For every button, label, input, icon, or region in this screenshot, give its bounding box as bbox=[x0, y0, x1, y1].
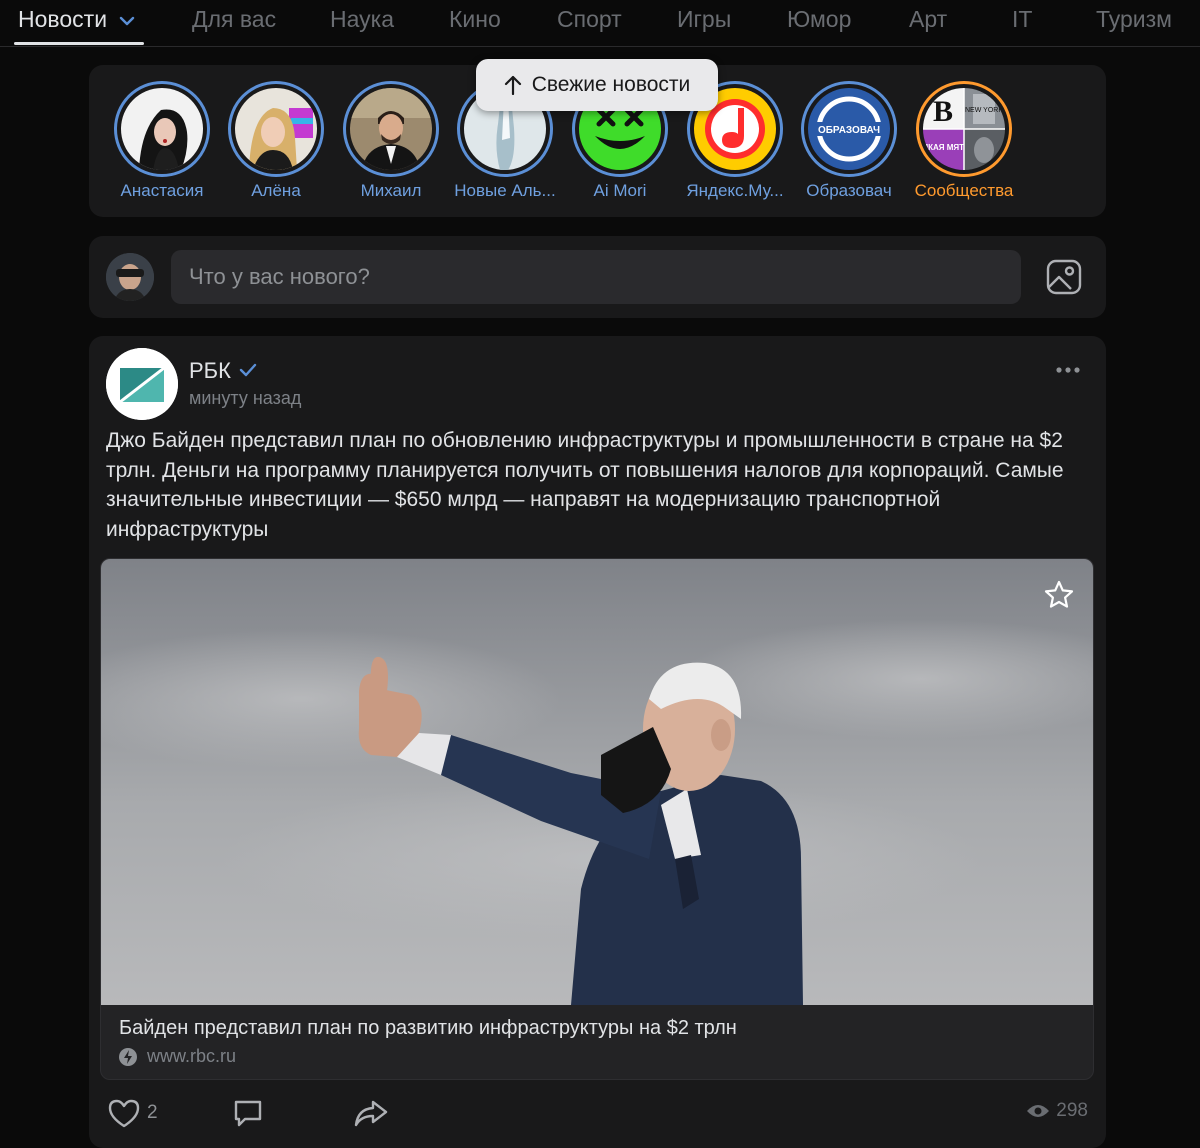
heart-icon bbox=[108, 1099, 140, 1128]
story-name: Яндекс.Му... bbox=[686, 181, 784, 200]
story-name: Алёна bbox=[251, 181, 301, 200]
avatar bbox=[235, 88, 317, 170]
more-options-icon[interactable] bbox=[1055, 366, 1081, 374]
tab-news[interactable]: Новости bbox=[18, 6, 135, 36]
share-button[interactable] bbox=[353, 1098, 389, 1128]
like-count: 2 bbox=[147, 1102, 158, 1123]
story-ring: B NEW YORK ДИКАЯ МЯТА bbox=[916, 81, 1012, 177]
tab-games[interactable]: Игры bbox=[677, 6, 731, 36]
lightning-icon bbox=[119, 1048, 137, 1066]
tab-art[interactable]: Арт bbox=[909, 6, 947, 36]
rbc-logo[interactable] bbox=[106, 348, 178, 420]
post-time: минуту назад bbox=[189, 388, 302, 408]
post-author[interactable]: РБК bbox=[189, 358, 231, 384]
story-item-communities[interactable]: B NEW YORK ДИКАЯ МЯТА Сообщества bbox=[905, 81, 1023, 201]
link-attachment[interactable]: Байден представил план по развитию инфра… bbox=[100, 558, 1094, 1080]
comment-icon bbox=[234, 1100, 262, 1127]
eye-icon bbox=[1027, 1105, 1050, 1117]
story-ring: ОБРАЗОВАЧ bbox=[801, 81, 897, 177]
avatar: ОБРАЗОВАЧ bbox=[808, 88, 890, 170]
top-navigation: Новости Для вас Наука Кино Спорт Игры Юм… bbox=[0, 0, 1200, 47]
tab-science[interactable]: Наука bbox=[330, 6, 394, 36]
tab-for-you[interactable]: Для вас bbox=[192, 6, 276, 36]
user-avatar[interactable] bbox=[106, 253, 154, 301]
fresh-news-button[interactable]: Свежие новости bbox=[476, 59, 718, 111]
story-item[interactable]: Михаил bbox=[332, 81, 450, 201]
post-actions: 2 298 bbox=[89, 1086, 1106, 1142]
favorite-star-icon[interactable] bbox=[1043, 579, 1075, 611]
like-button[interactable]: 2 bbox=[107, 1098, 158, 1128]
tab-humor[interactable]: Юмор bbox=[787, 6, 851, 36]
share-icon bbox=[354, 1100, 388, 1127]
active-tab-indicator bbox=[14, 42, 144, 45]
community-ny-text: NEW YORK bbox=[965, 107, 1003, 114]
story-item[interactable]: ОБРАЗОВАЧ Образовач bbox=[790, 81, 908, 201]
comment-button[interactable] bbox=[232, 1098, 264, 1128]
communities-avatar: B NEW YORK ДИКАЯ МЯТА bbox=[923, 88, 1005, 170]
verified-icon bbox=[239, 363, 257, 377]
tab-cinema[interactable]: Кино bbox=[449, 6, 501, 36]
story-name: Новые Аль... bbox=[454, 181, 556, 200]
post-text: Джо Байден представил план по обновлению… bbox=[106, 429, 1064, 541]
post-photo bbox=[101, 559, 1093, 1005]
community-mint-text: ДИКАЯ МЯТА bbox=[923, 143, 970, 152]
news-post: РБК минуту назад Джо Байден представил п… bbox=[89, 336, 1106, 1148]
avatar bbox=[350, 88, 432, 170]
avatar bbox=[121, 88, 203, 170]
story-name: Анастасия bbox=[120, 181, 204, 200]
tab-sport[interactable]: Спорт bbox=[557, 6, 622, 36]
story-ring bbox=[114, 81, 210, 177]
fresh-news-label: Свежие новости bbox=[531, 73, 691, 96]
view-counter: 298 bbox=[1026, 1100, 1088, 1122]
story-name: Сообщества bbox=[914, 181, 1014, 200]
whats-new-input[interactable] bbox=[171, 250, 1021, 304]
add-photo-icon[interactable] bbox=[1045, 258, 1083, 296]
tab-tourism[interactable]: Туризм bbox=[1096, 6, 1172, 36]
post-composer bbox=[89, 236, 1106, 318]
community-b-text: B bbox=[933, 95, 953, 128]
arrow-up-icon bbox=[504, 75, 521, 95]
obrazovach-logo-text: ОБРАЗОВАЧ bbox=[818, 125, 880, 136]
tab-news-label: Новости bbox=[18, 6, 108, 32]
story-name: Михаил bbox=[360, 181, 422, 200]
story-item[interactable]: Алёна bbox=[217, 81, 335, 201]
story-name: Образовач bbox=[806, 181, 892, 200]
chevron-down-icon bbox=[120, 16, 135, 26]
view-count: 298 bbox=[1056, 1100, 1088, 1121]
tab-it[interactable]: IT bbox=[1012, 6, 1032, 36]
link-title[interactable]: Байден представил план по развитию инфра… bbox=[119, 1017, 737, 1040]
link-domain: www.rbc.ru bbox=[147, 1046, 237, 1066]
story-ring bbox=[343, 81, 439, 177]
story-name: Ai Mori bbox=[593, 181, 647, 200]
story-item[interactable]: Анастасия bbox=[103, 81, 221, 201]
story-ring bbox=[228, 81, 324, 177]
